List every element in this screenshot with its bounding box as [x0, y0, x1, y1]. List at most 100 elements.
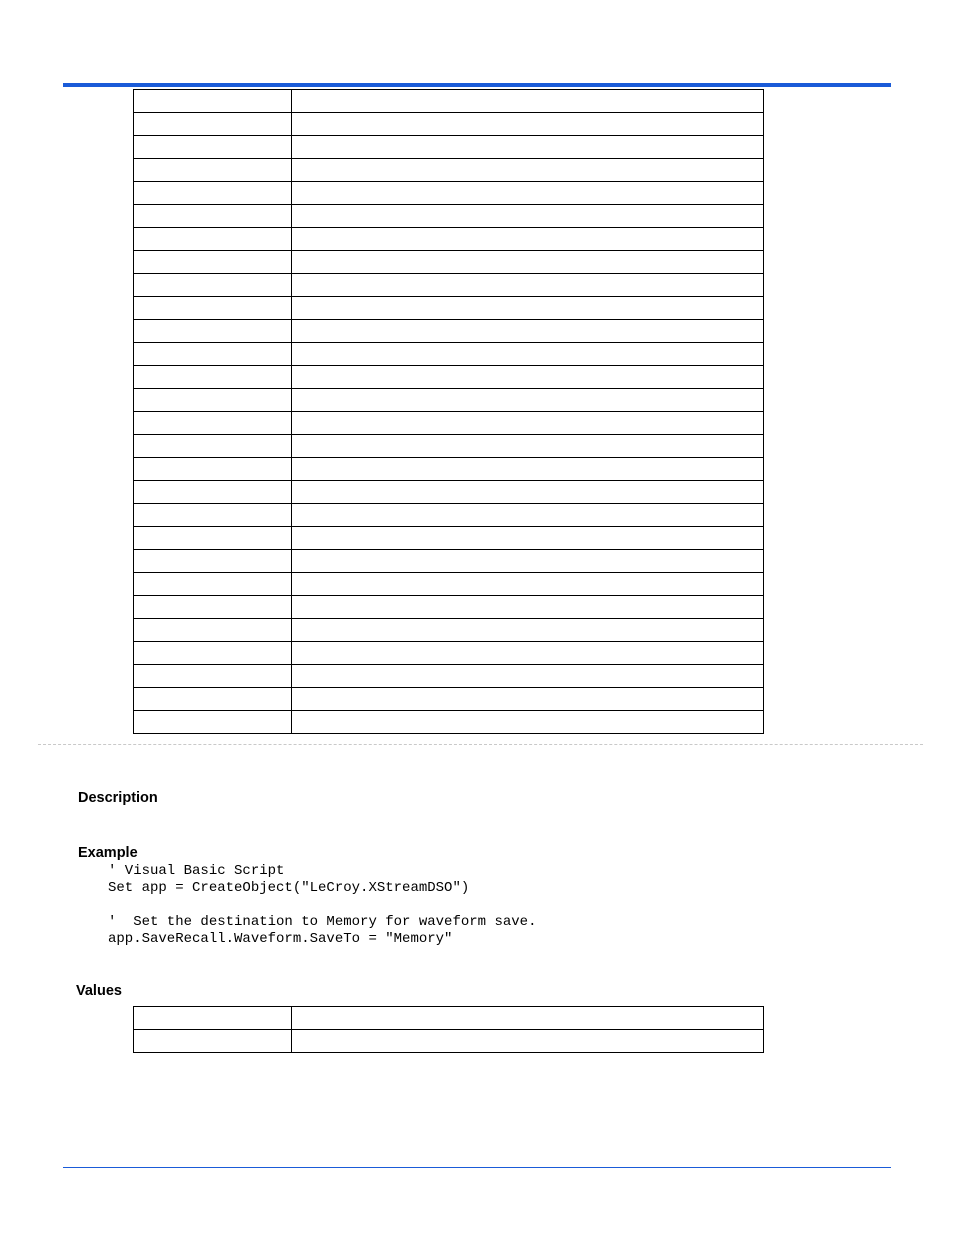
section-divider-dashed [38, 744, 923, 745]
table-row [134, 642, 764, 665]
value-desc-cell [291, 251, 763, 274]
table-row [134, 159, 764, 182]
value-name-cell [134, 504, 292, 527]
value-name-cell [134, 320, 292, 343]
value-name-cell [134, 642, 292, 665]
value-name-cell [134, 228, 292, 251]
table-row [134, 458, 764, 481]
value-name-cell [134, 619, 292, 642]
table-row [134, 136, 764, 159]
table-row [134, 297, 764, 320]
value-desc-cell [291, 435, 763, 458]
value-name-cell [134, 711, 292, 734]
table-row [134, 228, 764, 251]
example-code-block: ' Visual Basic Script Set app = CreateOb… [108, 863, 536, 948]
table-row [134, 90, 764, 113]
value-desc-cell [291, 573, 763, 596]
table-row [134, 113, 764, 136]
table-row [134, 711, 764, 734]
value-name-cell [134, 1007, 292, 1030]
value-desc-cell [291, 481, 763, 504]
table-row [134, 1030, 764, 1053]
table-row [134, 504, 764, 527]
table-row [134, 481, 764, 504]
value-name-cell [134, 435, 292, 458]
value-desc-cell [291, 1030, 763, 1053]
value-name-cell [134, 366, 292, 389]
value-name-cell [134, 481, 292, 504]
table-row [134, 182, 764, 205]
value-desc-cell [291, 458, 763, 481]
table-row [134, 320, 764, 343]
table-row [134, 596, 764, 619]
value-name-cell [134, 297, 292, 320]
table-row [134, 435, 764, 458]
table-row [134, 274, 764, 297]
value-desc-cell [291, 343, 763, 366]
value-name-cell [134, 136, 292, 159]
value-desc-cell [291, 136, 763, 159]
bottom-footer-rule [63, 1167, 891, 1168]
value-desc-cell [291, 642, 763, 665]
value-desc-cell [291, 297, 763, 320]
values-heading: Values [76, 983, 122, 999]
value-name-cell [134, 251, 292, 274]
value-desc-cell [291, 389, 763, 412]
value-desc-cell [291, 90, 763, 113]
value-name-cell [134, 389, 292, 412]
value-name-cell [134, 688, 292, 711]
value-name-cell [134, 412, 292, 435]
value-desc-cell [291, 665, 763, 688]
value-name-cell [134, 573, 292, 596]
table-row [134, 343, 764, 366]
value-desc-cell [291, 205, 763, 228]
value-name-cell [134, 343, 292, 366]
table-row [134, 527, 764, 550]
value-desc-cell [291, 504, 763, 527]
value-desc-cell [291, 527, 763, 550]
value-name-cell [134, 274, 292, 297]
value-desc-cell [291, 412, 763, 435]
value-desc-cell [291, 550, 763, 573]
value-name-cell [134, 550, 292, 573]
value-desc-cell [291, 1007, 763, 1030]
value-desc-cell [291, 619, 763, 642]
value-desc-cell [291, 159, 763, 182]
value-name-cell [134, 1030, 292, 1053]
table-row [134, 665, 764, 688]
value-desc-cell [291, 596, 763, 619]
value-name-cell [134, 182, 292, 205]
values-table-lower [133, 1006, 764, 1053]
value-name-cell [134, 596, 292, 619]
document-page: Description Example ' Visual Basic Scrip… [0, 0, 954, 1235]
example-heading: Example [78, 845, 138, 861]
value-desc-cell [291, 113, 763, 136]
value-desc-cell [291, 711, 763, 734]
table-row [134, 1007, 764, 1030]
table-row [134, 573, 764, 596]
values-table-upper [133, 89, 764, 734]
value-desc-cell [291, 688, 763, 711]
value-desc-cell [291, 182, 763, 205]
value-name-cell [134, 205, 292, 228]
value-name-cell [134, 527, 292, 550]
value-name-cell [134, 665, 292, 688]
table-row [134, 389, 764, 412]
table-row [134, 251, 764, 274]
value-desc-cell [291, 366, 763, 389]
table-row [134, 412, 764, 435]
value-desc-cell [291, 274, 763, 297]
top-header-rule [63, 83, 891, 87]
description-heading: Description [78, 790, 158, 806]
value-name-cell [134, 458, 292, 481]
table-row [134, 688, 764, 711]
value-name-cell [134, 90, 292, 113]
value-desc-cell [291, 320, 763, 343]
value-name-cell [134, 159, 292, 182]
table-row [134, 550, 764, 573]
table-row [134, 619, 764, 642]
table-row [134, 205, 764, 228]
value-name-cell [134, 113, 292, 136]
table-row [134, 366, 764, 389]
value-desc-cell [291, 228, 763, 251]
